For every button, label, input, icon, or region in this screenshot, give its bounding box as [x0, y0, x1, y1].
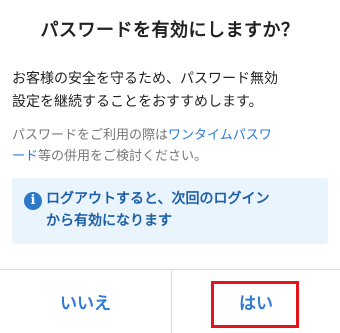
dialog-note-prefix: パスワードをご利用の際は — [12, 128, 169, 143]
info-icon: i — [24, 192, 42, 210]
dialog-footer: いいえ はい — [0, 269, 340, 333]
info-box: i ログアウトすると、次回のログイン から有効になります — [12, 178, 328, 244]
password-enable-dialog: パスワードを有効にしますか？ お客様の安全を守るため、パスワード無効 設定を継続… — [0, 0, 340, 333]
info-message-line-1: ログアウトすると、次回のログイン — [46, 191, 270, 207]
dialog-note: パスワードをご利用の際はワンタイムパスワ ード等の併用をご検討ください。 — [12, 125, 332, 167]
dialog-note-line-2: ード等の併用をご検討ください。 — [12, 146, 332, 167]
info-message: ログアウトすると、次回のログイン から有効になります — [46, 188, 316, 232]
yes-button[interactable]: はい — [172, 270, 340, 333]
one-time-password-link[interactable]: ワンタイムパスワ — [168, 128, 272, 143]
info-message-line-2: から有効になります — [46, 213, 172, 229]
dialog-message-line-2: 設定を継続することをおすすめします。 — [12, 94, 263, 110]
dialog-note-line-1: パスワードをご利用の際はワンタイムパスワ — [12, 125, 332, 146]
no-button[interactable]: いいえ — [0, 270, 171, 333]
dialog-message-line-1: お客様の安全を守るため、パスワード無効 — [12, 71, 278, 87]
one-time-password-link-continued[interactable]: ード — [12, 149, 38, 164]
dialog-message: お客様の安全を守るため、パスワード無効 設定を継続することをおすすめします。 — [12, 68, 332, 114]
dialog-note-suffix: 等の併用をご検討ください。 — [38, 149, 208, 164]
dialog-title: パスワードを有効にしますか？ — [40, 20, 300, 41]
